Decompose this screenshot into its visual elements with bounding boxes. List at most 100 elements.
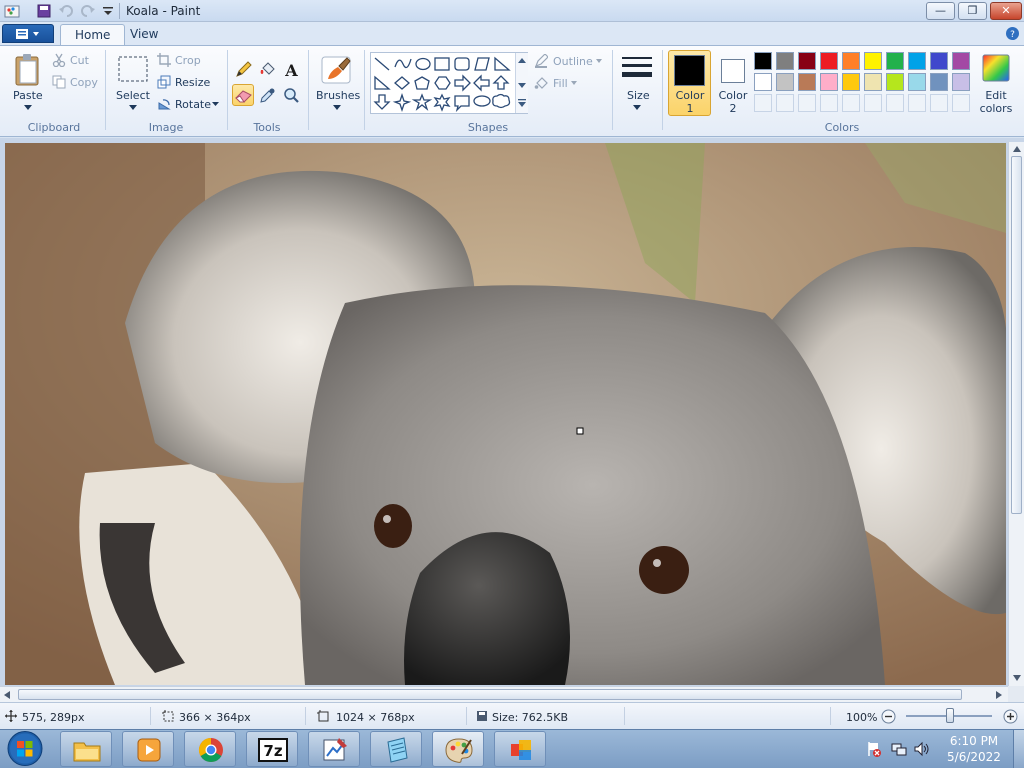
eraser-tool-button[interactable] xyxy=(232,84,254,106)
paint-app-icon[interactable] xyxy=(4,3,20,19)
taskbar-paint-button[interactable] xyxy=(432,731,484,767)
maximize-button[interactable]: ❐ xyxy=(958,2,987,20)
palette-swatch[interactable] xyxy=(908,52,926,70)
palette-swatch[interactable] xyxy=(754,73,772,91)
minimize-button[interactable]: — xyxy=(926,2,955,20)
taskbar-7zip-button[interactable]: 7z xyxy=(246,731,298,767)
scroll-up-arrow-icon[interactable] xyxy=(1013,146,1021,152)
palette-swatch[interactable] xyxy=(754,52,772,70)
paint-menu-button[interactable] xyxy=(2,24,54,43)
palette-custom-swatch[interactable] xyxy=(842,94,860,112)
palette-custom-swatch[interactable] xyxy=(798,94,816,112)
palette-swatch[interactable] xyxy=(776,73,794,91)
palette-custom-swatch[interactable] xyxy=(952,94,970,112)
group-separator xyxy=(105,50,106,130)
koala-image[interactable] xyxy=(5,143,1006,685)
palette-swatch[interactable] xyxy=(820,73,838,91)
pencil-tool-button[interactable] xyxy=(232,58,254,80)
palette-swatch[interactable] xyxy=(798,73,816,91)
fill-button[interactable]: Fill xyxy=(553,77,568,90)
taskbar-media-player-button[interactable] xyxy=(122,731,174,767)
palette-custom-swatch[interactable] xyxy=(820,94,838,112)
volume-icon[interactable] xyxy=(914,741,930,757)
shapes-gallery[interactable] xyxy=(370,52,528,114)
redo-icon[interactable] xyxy=(80,3,96,19)
save-icon[interactable] xyxy=(36,3,52,19)
text-tool-button[interactable]: A xyxy=(280,58,302,80)
palette-custom-swatch[interactable] xyxy=(930,94,948,112)
outline-button[interactable]: Outline xyxy=(553,55,593,68)
horizontal-scrollbar[interactable] xyxy=(0,686,1008,702)
start-button-icon[interactable] xyxy=(6,730,44,767)
magnifier-tool-button[interactable] xyxy=(280,84,302,106)
paste-button[interactable]: Paste xyxy=(8,50,46,116)
customize-toolbar-icon[interactable] xyxy=(100,3,116,19)
palette-swatch[interactable] xyxy=(886,52,904,70)
brushes-button[interactable]: Brushes xyxy=(312,50,360,116)
vertical-scrollbar[interactable] xyxy=(1008,142,1024,687)
taskbar-chrome-button[interactable] xyxy=(184,731,236,767)
palette-swatch[interactable] xyxy=(842,52,860,70)
select-button[interactable]: Select xyxy=(112,50,152,116)
vertical-scroll-thumb[interactable] xyxy=(1011,156,1022,514)
palette-custom-swatch[interactable] xyxy=(754,94,772,112)
close-button[interactable]: ✕ xyxy=(990,2,1022,20)
copy-button[interactable]: Copy xyxy=(70,76,98,89)
show-desktop-button[interactable] xyxy=(1013,730,1024,768)
palette-swatch[interactable] xyxy=(864,52,882,70)
chrome-icon xyxy=(198,738,223,763)
taskbar-clock[interactable]: 6:10 PM 5/6/2022 xyxy=(940,733,1008,765)
zoom-in-icon[interactable] xyxy=(1003,709,1018,724)
undo-icon[interactable] xyxy=(58,3,74,19)
status-separator xyxy=(305,707,306,725)
resize-button[interactable]: Resize xyxy=(175,76,210,89)
scroll-left-arrow-icon[interactable] xyxy=(4,691,10,699)
rotate-button[interactable]: Rotate xyxy=(175,98,211,111)
color2-button[interactable]: Color 2 xyxy=(712,50,752,116)
palette-swatch[interactable] xyxy=(820,52,838,70)
palette-swatch[interactable] xyxy=(798,52,816,70)
taskbar-app-button[interactable] xyxy=(494,731,546,767)
cursor-position: 575, 289px xyxy=(22,711,85,724)
palette-swatch[interactable] xyxy=(952,52,970,70)
palette-custom-swatch[interactable] xyxy=(776,94,794,112)
rotate-icon xyxy=(158,99,171,110)
palette-swatch[interactable] xyxy=(776,52,794,70)
select-rectangle-icon xyxy=(118,56,148,82)
palette-custom-swatch[interactable] xyxy=(886,94,904,112)
size-button[interactable]: Size xyxy=(616,50,656,116)
taskbar-explorer-button[interactable] xyxy=(60,731,112,767)
action-center-icon[interactable] xyxy=(866,741,882,757)
shapes-gallery-scroll[interactable] xyxy=(515,53,528,113)
koala-left-eye xyxy=(374,504,412,548)
taskbar-notepad-button[interactable] xyxy=(370,731,422,767)
image-size-icon xyxy=(317,710,329,722)
palette-swatch[interactable] xyxy=(842,73,860,91)
palette-custom-swatch[interactable] xyxy=(908,94,926,112)
color-picker-tool-button[interactable] xyxy=(256,84,278,106)
network-icon[interactable] xyxy=(891,741,907,757)
palette-custom-swatch[interactable] xyxy=(864,94,882,112)
color-palette xyxy=(754,52,974,116)
palette-swatch[interactable] xyxy=(952,73,970,91)
taskbar-visio-button[interactable] xyxy=(308,731,360,767)
scroll-right-arrow-icon[interactable] xyxy=(996,691,1002,699)
scissors-icon xyxy=(52,53,66,67)
crop-button[interactable]: Crop xyxy=(175,54,201,67)
palette-swatch[interactable] xyxy=(930,73,948,91)
zoom-out-icon[interactable] xyxy=(881,709,896,724)
svg-text:A: A xyxy=(284,61,298,78)
scroll-down-arrow-icon[interactable] xyxy=(1013,675,1021,681)
palette-swatch[interactable] xyxy=(864,73,882,91)
horizontal-scroll-thumb[interactable] xyxy=(18,689,962,700)
zoom-slider-thumb[interactable] xyxy=(946,708,954,723)
palette-swatch[interactable] xyxy=(886,73,904,91)
edit-colors-button[interactable]: Edit colors xyxy=(975,50,1015,116)
fill-tool-button[interactable] xyxy=(256,58,278,80)
palette-swatch[interactable] xyxy=(908,73,926,91)
palette-swatch[interactable] xyxy=(930,52,948,70)
cut-button[interactable]: Cut xyxy=(70,54,89,67)
help-icon[interactable]: ? xyxy=(1005,26,1020,41)
tab-view[interactable]: View xyxy=(116,24,172,46)
color1-button[interactable]: Color 1 xyxy=(668,50,711,116)
